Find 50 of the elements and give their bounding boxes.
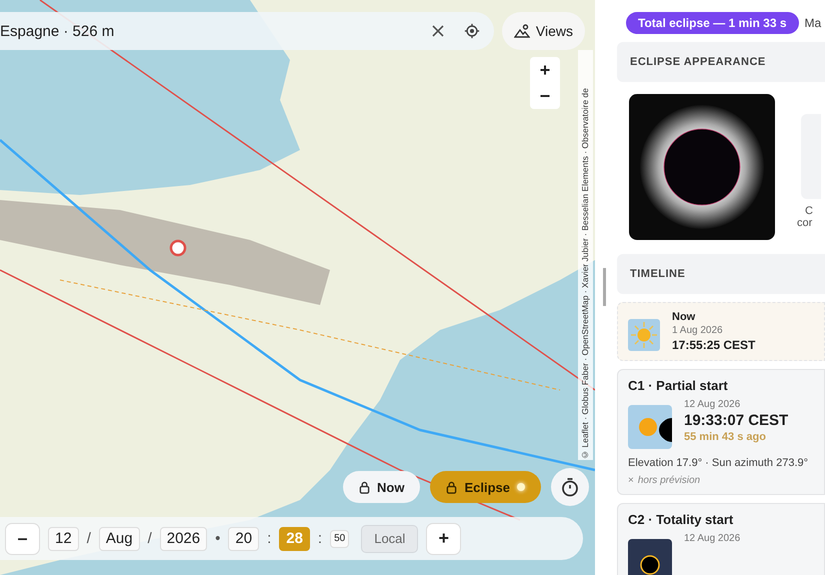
lock-icon bbox=[359, 480, 370, 494]
relative-time: 55 min 43 s ago bbox=[684, 431, 767, 443]
event-date: 12 Aug 2026 bbox=[684, 533, 740, 544]
event-time: 17:55:25 CEST bbox=[672, 338, 756, 352]
event-title: C1 · Partial start bbox=[628, 378, 729, 393]
event-details: Elevation 17.9° · Sun azimuth 273.9° bbox=[628, 457, 810, 469]
date-field[interactable]: 12 bbox=[48, 526, 79, 550]
stopwatch-icon bbox=[560, 477, 580, 497]
note-text: hors prévision bbox=[638, 475, 700, 486]
separator-text: : bbox=[267, 530, 272, 547]
mode-button[interactable]: Eclipse bbox=[430, 471, 541, 503]
locate-icon[interactable] bbox=[464, 23, 480, 39]
date-field[interactable]: Aug bbox=[98, 526, 140, 550]
total-eclipse-icon bbox=[628, 539, 672, 575]
caption-text: C bbox=[805, 205, 813, 217]
lock-icon bbox=[446, 480, 458, 494]
increment-button[interactable]: + bbox=[426, 522, 462, 554]
event-date: 12 Aug 2026 bbox=[684, 399, 742, 410]
active-dot-icon bbox=[516, 483, 525, 491]
date-field[interactable]: 2026 bbox=[160, 526, 208, 550]
close-icon[interactable] bbox=[430, 23, 446, 39]
separator-text: / bbox=[148, 530, 152, 547]
mode-button[interactable]: Now bbox=[343, 471, 420, 503]
zoom-in-button[interactable]: + bbox=[530, 57, 560, 83]
timezone-button[interactable]: Local bbox=[361, 524, 418, 552]
separator-text: : bbox=[318, 530, 322, 547]
resize-handle[interactable] bbox=[603, 268, 606, 306]
partial-eclipse-icon bbox=[628, 405, 672, 449]
event-title: Now bbox=[672, 311, 696, 323]
event-date: 1 Aug 2026 bbox=[672, 325, 724, 336]
eclipse-badge: Total eclipse — 1 min 33 s bbox=[626, 12, 798, 34]
decrement-button[interactable]: – bbox=[5, 522, 40, 554]
search-field[interactable]: Espagne · 526 m bbox=[0, 12, 494, 50]
zoom-out-button[interactable]: − bbox=[530, 83, 560, 109]
location-text: Espagne · 526 m bbox=[0, 22, 116, 40]
event-title: C2 · Totality start bbox=[628, 512, 734, 527]
caption-text: cor bbox=[797, 217, 812, 229]
section-title: ECLIPSE APPEARANCE bbox=[630, 56, 766, 68]
views-button[interactable]: Views bbox=[502, 12, 585, 50]
mountain-icon bbox=[514, 24, 530, 38]
event-time: 19:33:07 CEST bbox=[684, 412, 788, 429]
separator-text: • bbox=[215, 530, 220, 547]
sun-icon bbox=[628, 319, 660, 351]
section-title: TIMELINE bbox=[630, 268, 686, 280]
tab-label[interactable]: Ma bbox=[804, 16, 822, 30]
attribution-text: © Leaflet · Globus Faber · OpenStreetMap · Xavier Jubier · Besselian Elements · Observatoire de bbox=[578, 50, 593, 460]
cross-icon: × bbox=[628, 475, 634, 486]
separator-text: / bbox=[86, 530, 91, 547]
date-field[interactable]: 50 bbox=[330, 530, 350, 548]
date-field[interactable]: 20 bbox=[228, 526, 260, 550]
